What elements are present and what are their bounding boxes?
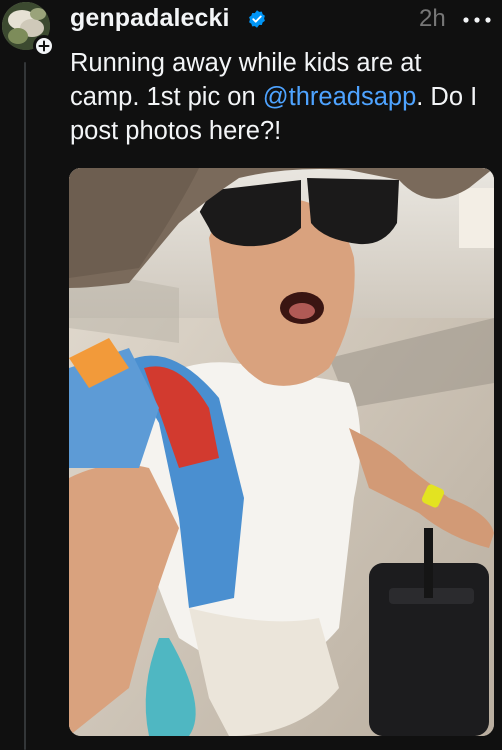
mention-link[interactable]: @threadsapp [263,83,417,111]
post-time: 2h [419,5,446,32]
post-photo[interactable] [69,168,494,736]
follow-button[interactable] [33,35,55,57]
post-photo-image [69,168,494,736]
post-text: Running away while kids are at camp. 1st… [70,46,495,148]
verified-badge-icon [249,10,265,28]
plus-icon [38,40,50,52]
username[interactable]: genpadalecki [70,4,230,33]
more-horizontal-icon[interactable] [462,16,492,24]
thread-line [24,62,26,750]
